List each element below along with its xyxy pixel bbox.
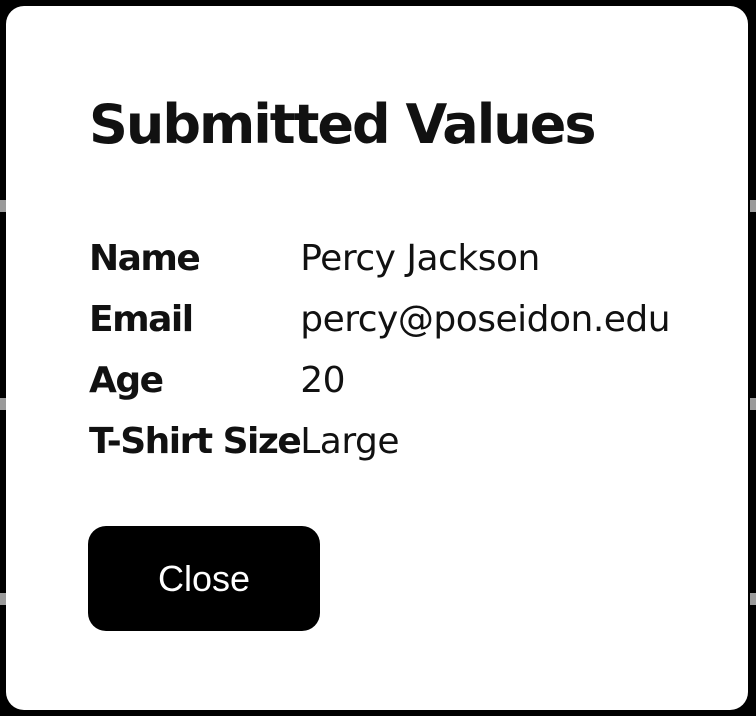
- email-value: percy@poseidon.edu: [300, 299, 671, 340]
- dialog-title: Submitted Values: [89, 93, 596, 156]
- age-label: Age: [89, 360, 164, 401]
- backdrop-edge-mark: [750, 593, 756, 605]
- tshirt-size-label: T-Shirt Size: [89, 421, 302, 462]
- submitted-values-table: Name Percy Jackson Email percy@poseidon.…: [89, 228, 671, 472]
- email-label: Email: [89, 299, 194, 340]
- backdrop-edge-mark: [750, 398, 756, 410]
- name-label: Name: [89, 238, 201, 279]
- table-row-name: Name Percy Jackson: [89, 228, 670, 289]
- table-row-tshirt-size: T-Shirt Size Large: [89, 411, 670, 472]
- backdrop-edge-mark: [750, 200, 756, 212]
- submitted-values-dialog: Submitted Values Name Percy Jackson Emai…: [6, 6, 748, 710]
- table-row-email: Email percy@poseidon.edu: [89, 289, 671, 350]
- name-value: Percy Jackson: [300, 238, 540, 279]
- table-row-age: Age 20: [89, 350, 670, 411]
- modal-backdrop[interactable]: Submitted Values Name Percy Jackson Emai…: [0, 0, 756, 716]
- tshirt-size-value: Large: [300, 421, 400, 462]
- age-value: 20: [300, 360, 346, 401]
- close-button[interactable]: Close: [88, 526, 320, 631]
